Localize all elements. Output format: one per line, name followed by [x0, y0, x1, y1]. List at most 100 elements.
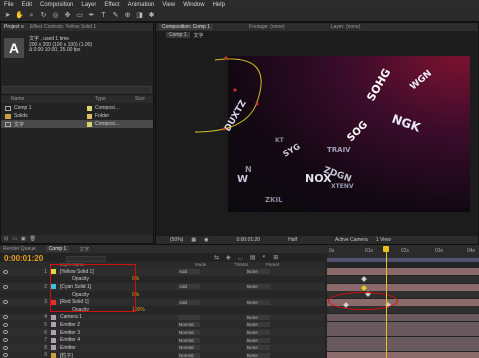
- trash-icon[interactable]: 🗑: [30, 236, 36, 242]
- view-layout-dropdown[interactable]: 1 View: [376, 237, 391, 243]
- menu-effect[interactable]: Effect: [104, 2, 119, 8]
- snapshot-icon[interactable]: ◉: [204, 237, 208, 243]
- parent-dropdown[interactable]: None: [246, 352, 270, 358]
- anchor-point[interactable]: [222, 127, 226, 131]
- visibility-eye-icon[interactable]: [3, 315, 8, 320]
- anchor-point[interactable]: [224, 56, 228, 60]
- blend-mode-dropdown[interactable]: Normal: [178, 330, 200, 336]
- blend-mode-dropdown[interactable]: Normal: [178, 322, 200, 328]
- anchor-point[interactable]: [233, 88, 237, 92]
- layer-row[interactable]: 4 Camera 1 None: [0, 313, 325, 322]
- layer-row[interactable]: 5 Emitter 2 Normal None: [0, 321, 325, 329]
- col-type[interactable]: Type: [95, 96, 135, 103]
- visibility-eye-icon[interactable]: [3, 330, 8, 335]
- text-tool-icon[interactable]: T: [99, 11, 108, 20]
- eraser-tool-icon[interactable]: ◨: [135, 11, 144, 20]
- label-color[interactable]: [51, 314, 56, 320]
- parent-dropdown[interactable]: None: [246, 322, 270, 328]
- layer-row[interactable]: 3 [Red Solid 1] Add None: [0, 298, 325, 306]
- camera-dropdown[interactable]: Active Camera: [335, 237, 368, 243]
- camera-tool-icon[interactable]: ◎: [51, 11, 60, 20]
- rotate-tool-icon[interactable]: ↻: [39, 11, 48, 20]
- tab-comp1[interactable]: Comp 1: [45, 246, 70, 252]
- col-mode[interactable]: Mode: [195, 262, 206, 267]
- parent-dropdown[interactable]: None: [246, 284, 270, 290]
- layer-name[interactable]: Emitter 2: [60, 322, 145, 328]
- label-color[interactable]: [51, 345, 56, 351]
- visibility-eye-icon[interactable]: [3, 322, 8, 327]
- menu-window[interactable]: Window: [183, 2, 204, 8]
- tab-render-queue[interactable]: Render Queue: [3, 246, 36, 252]
- menu-file[interactable]: File: [4, 2, 14, 8]
- label-color[interactable]: [51, 330, 56, 336]
- resolution-dropdown[interactable]: Half: [288, 237, 297, 243]
- menu-help[interactable]: Help: [213, 2, 225, 8]
- graph-editor-icon[interactable]: ⊞: [273, 254, 278, 261]
- property-row[interactable]: Opacity 0%: [0, 275, 325, 284]
- parent-dropdown[interactable]: None: [246, 299, 270, 305]
- layer-duration-bar[interactable]: [327, 351, 479, 358]
- shy-layers-icon[interactable]: ◡: [238, 254, 243, 261]
- menu-layer[interactable]: Layer: [81, 2, 96, 8]
- col-parent[interactable]: Parent: [266, 262, 279, 267]
- layer-name[interactable]: Emitter 3: [60, 330, 145, 336]
- parent-dropdown[interactable]: None: [246, 345, 270, 351]
- blend-mode-dropdown[interactable]: Normal: [178, 345, 200, 351]
- puppet-tool-icon[interactable]: ✱: [147, 11, 156, 20]
- col-name[interactable]: Name: [11, 96, 95, 103]
- visibility-eye-icon[interactable]: [3, 269, 8, 274]
- project-item[interactable]: 文字 Composi…: [1, 120, 153, 128]
- viewer-timecode[interactable]: 0:00:01:20: [236, 237, 260, 243]
- visibility-eye-icon[interactable]: [3, 353, 8, 358]
- project-search-bar[interactable]: [2, 86, 152, 93]
- layer-duration-bar[interactable]: [327, 336, 479, 344]
- zoom-dropdown[interactable]: (50%): [170, 237, 183, 243]
- parent-dropdown[interactable]: None: [246, 314, 270, 320]
- layer-duration-bar[interactable]: [327, 313, 479, 321]
- clone-tool-icon[interactable]: ⊕: [123, 11, 132, 20]
- comp-mini-flowchart-icon[interactable]: ⇆: [214, 254, 219, 261]
- layer-row[interactable]: 1 [Yellow Solid 1] Add None: [0, 268, 325, 276]
- layer-duration-bar[interactable]: [327, 268, 479, 276]
- layer-row[interactable]: 7 Emitter 4 Normal None: [0, 336, 325, 344]
- layer-name[interactable]: Camera 1: [60, 314, 145, 320]
- layer-name[interactable]: Emitter 4: [60, 337, 145, 343]
- tab-effect-controls[interactable]: Effect Controls: Yellow Solid 1: [30, 24, 96, 30]
- parent-dropdown[interactable]: None: [246, 269, 270, 275]
- menu-view[interactable]: View: [162, 2, 175, 8]
- layer-row[interactable]: 9 [粒子] Normal None: [0, 351, 325, 358]
- property-row[interactable]: Opacity 0%: [0, 290, 325, 299]
- parent-dropdown[interactable]: None: [246, 330, 270, 336]
- blend-mode-dropdown[interactable]: Normal: [178, 352, 200, 358]
- project-item[interactable]: Comp 1 Composi…: [1, 104, 153, 112]
- playhead-handle[interactable]: [383, 246, 389, 252]
- label-color[interactable]: [51, 322, 56, 328]
- layer-row[interactable]: 6 Emitter 3 Normal None: [0, 328, 325, 337]
- layer-duration-bar[interactable]: [327, 344, 479, 352]
- layer-row[interactable]: 2 [Cyan Solid 1] Add None: [0, 283, 325, 291]
- new-comp-icon[interactable]: ▣: [21, 236, 26, 242]
- layer-duration-bar[interactable]: [327, 275, 479, 283]
- label-color[interactable]: [51, 352, 56, 358]
- menu-animation[interactable]: Animation: [128, 2, 155, 8]
- tab-text-comp[interactable]: 文字: [79, 246, 89, 253]
- layer-duration-bar[interactable]: [327, 329, 479, 337]
- layer-name[interactable]: Emitter: [60, 345, 145, 351]
- visibility-eye-icon[interactable]: [3, 284, 8, 289]
- zoom-tool-icon[interactable]: ⌕: [27, 11, 36, 20]
- rectangle-tool-icon[interactable]: ▭: [75, 11, 84, 20]
- layer-duration-bar[interactable]: [327, 283, 479, 291]
- col-size[interactable]: Size: [135, 96, 145, 103]
- project-item[interactable]: Solids Folder: [1, 112, 153, 120]
- work-area-bar[interactable]: [327, 258, 479, 262]
- anchor-point[interactable]: [255, 102, 259, 106]
- visibility-eye-icon[interactable]: [3, 337, 8, 342]
- brush-tool-icon[interactable]: ✎: [111, 11, 120, 20]
- parent-dropdown[interactable]: None: [246, 337, 270, 343]
- hand-tool-icon[interactable]: ✋: [15, 11, 24, 20]
- layer-row[interactable]: 8 Emitter Normal None: [0, 344, 325, 352]
- pen-tool-icon[interactable]: ✒: [87, 11, 96, 20]
- selection-tool-icon[interactable]: ➤: [3, 11, 12, 20]
- visibility-eye-icon[interactable]: [3, 345, 8, 350]
- time-ruler[interactable]: 0s 01s 02s 03s 04s: [327, 246, 479, 258]
